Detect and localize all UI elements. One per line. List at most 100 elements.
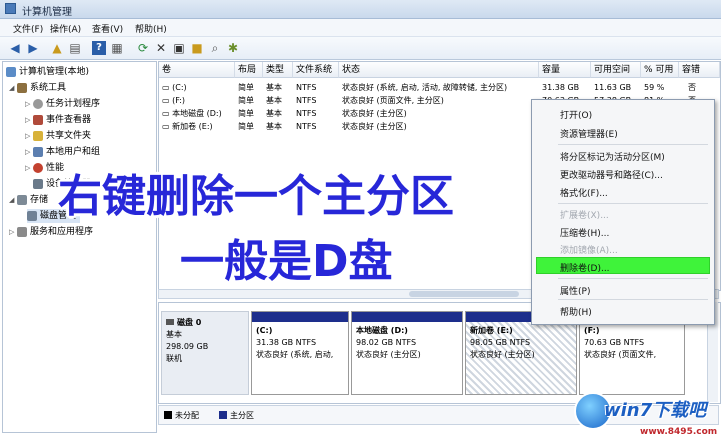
menu-item-delete-volume[interactable]: 删除卷(D)... <box>560 261 610 274</box>
menu-item-add-mirror[interactable]: 添加镜像(A)... <box>560 243 618 256</box>
watermark-brand: win7下载吧 <box>604 400 707 421</box>
menu-item-format[interactable]: 格式化(F)... <box>560 186 608 199</box>
disk-status: 联机 <box>166 354 182 363</box>
search-icon[interactable]: ⌕ <box>208 41 222 55</box>
show-pane-icon[interactable]: ▦ <box>110 41 124 55</box>
cell-volume: (C:) <box>172 83 187 92</box>
collapse-arrow-icon[interactable]: ▷ <box>25 113 33 127</box>
performance-icon <box>33 162 43 173</box>
column-header-capacity[interactable]: 容量 <box>539 62 591 78</box>
column-header-percent-free[interactable]: % 可用 <box>641 62 679 78</box>
tree-item-label: 共享文件夹 <box>46 131 92 141</box>
forward-icon[interactable]: ▶ <box>26 41 40 55</box>
cell-status: 状态良好 (页面文件, 主分区) <box>342 96 444 105</box>
clock-icon <box>33 98 43 109</box>
properties-icon[interactable]: ▣ <box>172 41 186 55</box>
menu-item-help[interactable]: 帮助(H) <box>560 305 592 318</box>
menu-item-explorer[interactable]: 资源管理器(E) <box>560 127 618 140</box>
tree-item-event-viewer[interactable]: ▷ 事件查看器 <box>25 113 91 127</box>
tree-item-system-tools[interactable]: ◢ 系统工具 <box>9 81 66 95</box>
primary-partition-bar <box>352 312 462 322</box>
tree-item-services[interactable]: ▷ 服务和应用程序 <box>9 225 93 239</box>
up-folder-icon[interactable]: ▲ <box>50 41 64 55</box>
menu-item-properties[interactable]: 属性(P) <box>560 284 590 297</box>
cell-filesystem: NTFS <box>296 83 317 92</box>
collapse-arrow-icon[interactable]: ▷ <box>25 145 33 159</box>
tree-item-label: 本地用户和组 <box>46 147 101 157</box>
delete-icon[interactable]: ✕ <box>154 41 168 55</box>
tree-item-storage[interactable]: ◢ 存储 <box>9 193 48 207</box>
column-header-fault-tolerance[interactable]: 容错 <box>679 62 720 78</box>
column-header-status[interactable]: 状态 <box>339 62 539 78</box>
partition-name: 本地磁盘 (D:) <box>356 326 408 335</box>
table-row[interactable]: ▭ 新加卷 (E:) <box>159 121 213 133</box>
menu-item-change-drive-letter[interactable]: 更改驱动器号和路径(C)... <box>560 168 663 181</box>
tree-item-label: 存储 <box>30 195 49 205</box>
partition-status: 状态良好 (主分区) <box>356 350 421 359</box>
menu-view[interactable]: 查看(V) <box>92 22 123 35</box>
partition-size: 98.05 GB NTFS <box>470 338 531 347</box>
table-row[interactable]: ▭ (C:) <box>159 82 187 94</box>
collapse-arrow-icon[interactable]: ▷ <box>9 225 17 239</box>
tree-item-label: 服务和应用程序 <box>30 227 94 237</box>
cell-layout: 简单 <box>238 122 254 131</box>
cell-volume: 新加卷 (E:) <box>172 122 213 131</box>
partition-d[interactable]: 本地磁盘 (D:) 98.02 GB NTFS 状态良好 (主分区) <box>351 311 463 395</box>
back-icon[interactable]: ◀ <box>8 41 22 55</box>
cell-type: 基本 <box>266 96 282 105</box>
cell-layout: 简单 <box>238 109 254 118</box>
unallocated-swatch <box>164 411 172 419</box>
partition-status: 状态良好 (系统, 启动, <box>256 350 334 359</box>
menu-action[interactable]: 操作(A) <box>50 22 81 35</box>
tree-item-local-users[interactable]: ▷ 本地用户和组 <box>25 145 100 159</box>
cell-fault-tolerance: 否 <box>688 83 696 92</box>
primary-partition-bar <box>252 312 348 322</box>
volume-icon: ▭ <box>162 122 173 131</box>
scrollbar-thumb[interactable] <box>409 291 519 297</box>
help-icon[interactable]: ? <box>92 41 106 55</box>
collapse-arrow-icon[interactable]: ▷ <box>25 97 33 111</box>
menu-item-open[interactable]: 打开(O) <box>560 108 592 121</box>
partition-size: 70.63 GB NTFS <box>584 338 645 347</box>
computer-icon <box>6 66 16 77</box>
column-header-type[interactable]: 类型 <box>263 62 293 78</box>
partition-name: (C:) <box>256 326 273 335</box>
volume-icon: ▭ <box>162 96 173 105</box>
partition-c[interactable]: (C:) 31.38 GB NTFS 状态良好 (系统, 启动, <box>251 311 349 395</box>
collapse-arrow-icon[interactable]: ▷ <box>25 129 33 143</box>
tree-item-label: 事件查看器 <box>46 115 92 125</box>
column-header-layout[interactable]: 布局 <box>235 62 263 78</box>
menu-item-extend-volume[interactable]: 扩展卷(X)... <box>560 208 609 221</box>
column-header-free-space[interactable]: 可用空间 <box>591 62 641 78</box>
column-header-filesystem[interactable]: 文件系统 <box>293 62 339 78</box>
tree-item-label: 系统工具 <box>30 83 67 93</box>
menu-file[interactable]: 文件(F) <box>13 22 43 35</box>
show-tree-icon[interactable]: ▤ <box>68 41 82 55</box>
tree-item-root[interactable]: 计算机管理(本地) <box>6 65 89 79</box>
window-title: 计算机管理 <box>22 7 72 18</box>
tree-item-task-scheduler[interactable]: ▷ 任务计划程序 <box>25 97 100 111</box>
cell-layout: 简单 <box>238 83 254 92</box>
menu-help[interactable]: 帮助(H) <box>135 22 167 35</box>
settings-icon[interactable]: ✱ <box>226 41 240 55</box>
cell-filesystem: NTFS <box>296 96 317 105</box>
cell-status: 状态良好 (主分区) <box>342 109 407 118</box>
partition-size: 31.38 GB NTFS <box>256 338 317 347</box>
menu-item-shrink-volume[interactable]: 压缩卷(H)... <box>560 226 609 239</box>
expand-arrow-icon[interactable]: ◢ <box>9 193 17 207</box>
device-manager-icon <box>33 178 43 189</box>
collapse-arrow-icon[interactable]: ▷ <box>25 161 33 175</box>
partition-size: 98.02 GB NTFS <box>356 338 417 347</box>
refresh-icon[interactable]: ⟳ <box>136 41 150 55</box>
menu-separator <box>558 203 708 204</box>
expand-arrow-icon[interactable]: ◢ <box>9 81 17 95</box>
open-icon[interactable]: ■ <box>190 41 204 55</box>
disk-info[interactable]: 磁盘 0 基本 298.09 GB 联机 <box>161 311 249 395</box>
cell-free-space: 11.63 GB <box>594 83 632 92</box>
menu-item-mark-active[interactable]: 将分区标记为活动分区(M) <box>560 150 665 163</box>
table-row[interactable]: ▭ (F:) <box>159 95 185 107</box>
table-row[interactable]: ▭ 本地磁盘 (D:) <box>159 108 222 120</box>
tree-item-shared-folders[interactable]: ▷ 共享文件夹 <box>25 129 91 143</box>
column-header-volume[interactable]: 卷 <box>159 62 235 78</box>
tools-icon <box>17 82 27 93</box>
